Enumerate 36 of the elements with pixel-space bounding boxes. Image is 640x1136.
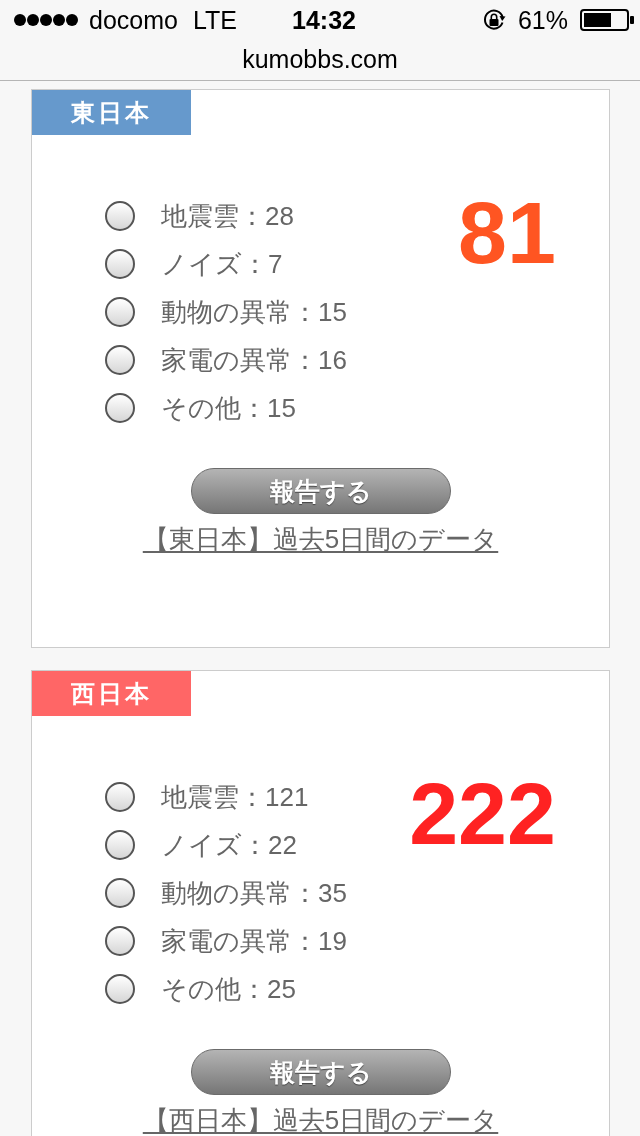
report-button[interactable]: 報告する [190,468,451,514]
option-label: その他：25 [161,974,296,1004]
data-link[interactable]: 【西日本】過去5日間のデータ [142,1105,499,1135]
option-label: ノイズ：22 [161,830,297,860]
total-count: 222 [409,770,556,858]
option-label: 動物の異常：35 [161,878,347,908]
battery-icon [580,9,634,31]
radio-button[interactable] [105,393,135,423]
radio-button[interactable] [105,201,135,231]
option-label: その他：15 [161,393,296,423]
total-count: 81 [458,189,556,277]
radio-button[interactable] [105,249,135,279]
signal-icon [14,14,78,26]
radio-button[interactable] [105,926,135,956]
battery-percent: 61% [517,7,568,33]
option-label: 動物の異常：15 [161,297,347,327]
network-type: LTE [192,7,237,33]
radio-button[interactable] [105,878,135,908]
radio-button[interactable] [105,297,135,327]
carrier-name: docomo [89,7,178,33]
page-url[interactable]: kumobbs.com [242,46,398,74]
data-link[interactable]: 【東日本】過去5日間のデータ [142,524,499,554]
radio-button[interactable] [105,345,135,375]
radio-button[interactable] [105,782,135,812]
option-label: 家電の異常：19 [161,926,347,956]
rotation-lock-icon [481,8,506,32]
option-label: 家電の異常：16 [161,345,347,375]
report-button[interactable]: 報告する [190,1049,451,1095]
clock-time: 14:32 [292,7,356,33]
region-tag: 西日本 [32,671,191,716]
option-label: 地震雲：121 [161,782,309,812]
option-label: ノイズ：7 [161,249,283,279]
option-label: 地震雲：28 [161,201,294,231]
radio-button[interactable] [105,974,135,1004]
region-tag: 東日本 [32,90,191,135]
radio-button[interactable] [105,830,135,860]
